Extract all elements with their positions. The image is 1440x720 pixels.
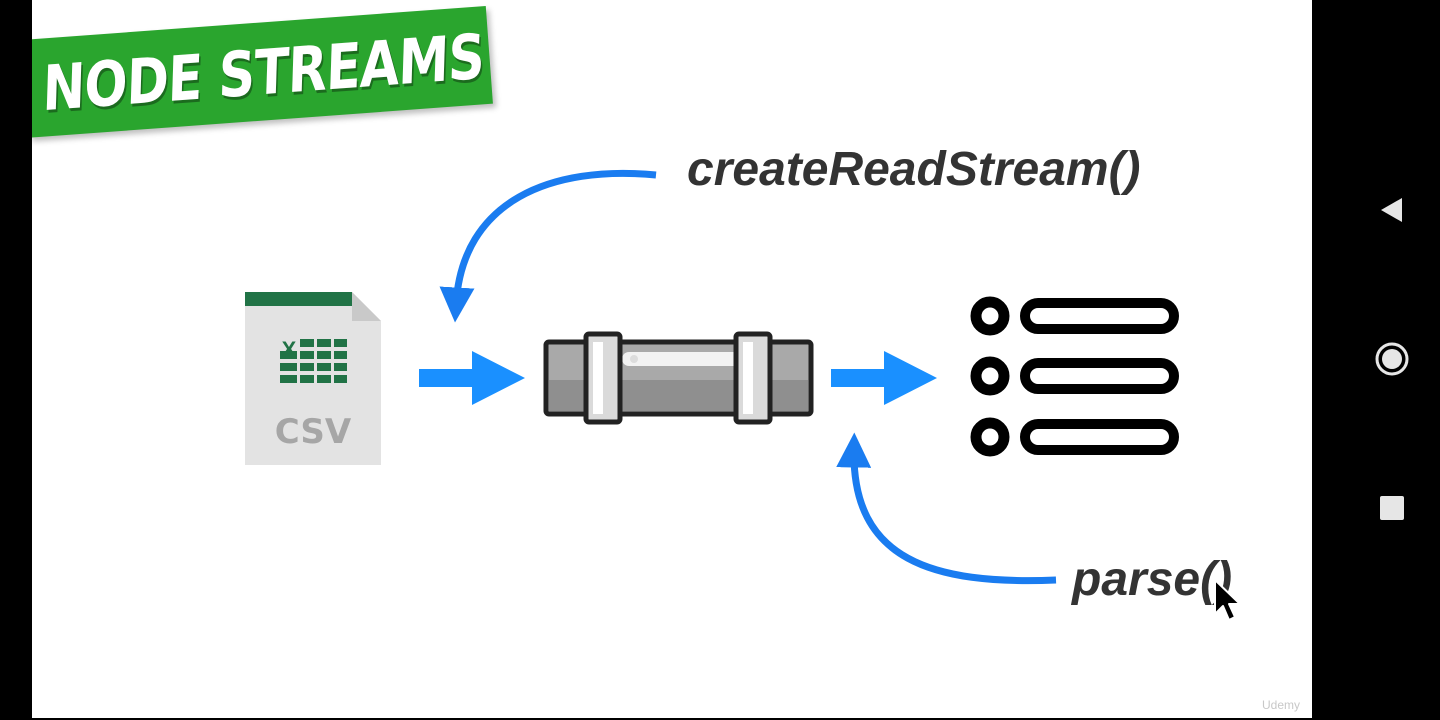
arrow-right-icon xyxy=(831,351,937,405)
csv-label: CSV xyxy=(275,412,352,452)
home-icon xyxy=(1375,342,1409,376)
parse-label: parse() xyxy=(1072,553,1233,606)
watermark: Udemy xyxy=(1261,698,1300,712)
mouse-cursor-icon xyxy=(1214,579,1241,621)
arrow-right-icon xyxy=(419,351,525,405)
back-button[interactable] xyxy=(1366,184,1418,236)
excel-letter: X xyxy=(282,337,297,362)
home-button[interactable] xyxy=(1366,333,1418,385)
create-read-stream-label: createReadStream() xyxy=(687,143,1141,196)
pipe-icon xyxy=(543,331,814,425)
video-slide: NODE STREAMS X CSV createReadStream() pa… xyxy=(32,0,1312,718)
recents-icon xyxy=(1380,496,1404,520)
curved-arrow-icon xyxy=(439,169,657,323)
navigation-bar xyxy=(1344,0,1440,720)
list-icon xyxy=(970,296,1179,457)
curved-arrow-icon xyxy=(836,432,1057,585)
csv-file-icon: X CSV xyxy=(245,292,381,465)
stream-diagram: X CSV xyxy=(245,169,1179,585)
back-icon xyxy=(1381,198,1402,222)
recents-button[interactable] xyxy=(1366,482,1418,534)
